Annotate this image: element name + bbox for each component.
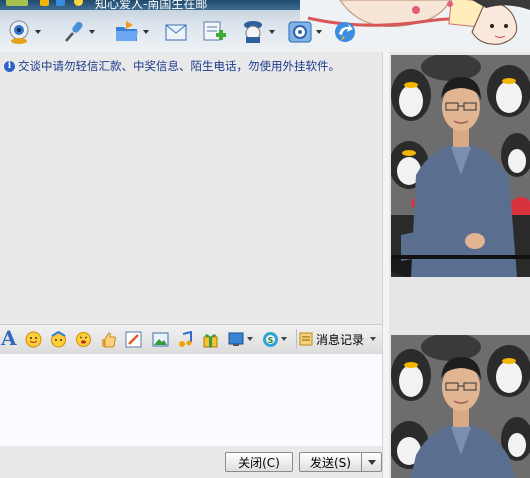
input-toolbar: A S 消息记录: [0, 324, 382, 355]
window-toolbar: 知心爱人-南国生在邮: [0, 0, 530, 52]
payment-button[interactable]: S: [262, 330, 287, 348]
send-button[interactable]: 发送(S): [299, 452, 361, 472]
info-icon: i: [4, 60, 15, 72]
doodle-icon: [125, 331, 142, 347]
send-file-button[interactable]: [114, 18, 149, 46]
history-icon: [299, 332, 313, 346]
qq-profile-icon: [244, 21, 262, 43]
security-notice-text: 交谈中请勿轻信汇款、中奖信息、陌生电话，勿使用外挂软件。: [18, 59, 340, 73]
thumbs-up-button[interactable]: [100, 330, 117, 348]
doodle-button[interactable]: [125, 330, 142, 348]
shake-icon: [76, 331, 91, 347]
screenshot-icon: [228, 332, 244, 346]
message-history-pane[interactable]: i 交谈中请勿轻信汇款、中奖信息、陌生电话，勿使用外挂软件。: [0, 52, 382, 324]
action-bar: 关闭(C) 发送(S): [0, 446, 382, 478]
webcam-icon: [9, 20, 29, 44]
history-label: 消息记录: [316, 332, 365, 347]
chevron-down-icon: [367, 459, 376, 465]
self-portrait-image: [391, 335, 530, 478]
window-shake-button[interactable]: [75, 330, 92, 348]
emoji-icon: [25, 331, 42, 347]
security-notice: i 交谈中请勿轻信汇款、中奖信息、陌生电话，勿使用外挂软件。: [4, 58, 340, 74]
message-input[interactable]: [0, 354, 382, 446]
thumb-icon: [102, 331, 116, 347]
gift-icon: [203, 333, 218, 347]
remote-assist-button[interactable]: [332, 18, 358, 46]
gift-button[interactable]: [202, 330, 219, 348]
show-pane: [389, 52, 530, 478]
send-options-button[interactable]: [361, 452, 382, 472]
message-history-button[interactable]: 消息记录: [296, 329, 377, 349]
screenshot-button[interactable]: [228, 330, 253, 348]
chevron-down-icon: [370, 337, 377, 341]
emoji-button[interactable]: [25, 330, 42, 348]
app-icon: [6, 0, 28, 6]
qzone-icon: [56, 0, 65, 6]
currency-icon: S: [263, 331, 278, 347]
send-file-icon: [116, 21, 138, 41]
music-icon: [179, 330, 192, 347]
magic-face-button[interactable]: [50, 330, 67, 348]
email-icon: [165, 24, 187, 41]
share-icon: [335, 22, 355, 42]
close-button[interactable]: 关闭(C): [225, 452, 293, 472]
font-icon[interactable]: A: [1, 327, 17, 349]
settings-icon: [288, 21, 312, 43]
email-button[interactable]: [163, 18, 189, 46]
add-note-icon: [203, 21, 226, 41]
vip-icon: [74, 0, 83, 6]
app-settings-button[interactable]: [287, 18, 322, 46]
video-call-button[interactable]: [6, 18, 41, 46]
create-discussion-button[interactable]: [201, 18, 227, 46]
music-button[interactable]: [177, 330, 194, 348]
image-icon: [152, 332, 169, 346]
microphone-icon: [65, 21, 83, 42]
status-icon: [40, 0, 49, 6]
window-title: 知心爱人-南国生在邮: [95, 0, 208, 11]
send-image-button[interactable]: [152, 330, 169, 348]
voice-call-button[interactable]: [60, 18, 95, 46]
svg-text:S: S: [268, 336, 274, 345]
profile-button[interactable]: [240, 18, 275, 46]
self-photo: [391, 335, 530, 478]
contact-photo: [391, 55, 530, 277]
magic-face-icon: [51, 330, 66, 347]
contact-portrait-image: [391, 55, 530, 277]
